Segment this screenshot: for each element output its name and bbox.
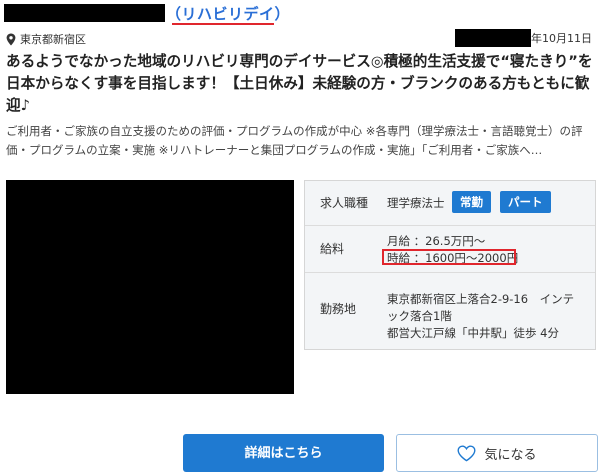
post-date-suffix: 年10月11日 [531, 32, 592, 45]
location-text: 東京都新宿区 [20, 33, 86, 46]
redacted-photo [6, 180, 294, 394]
tag-parttime: パート [500, 191, 551, 213]
salary-row: 給料 月給 ：26.5万円〜 時給 ：1600円〜2000円 [305, 225, 595, 273]
work-location-label: 勤務地 [320, 302, 357, 316]
job-headline[interactable]: あるようでなかった地域のリハビリ専門のデイサービス◎積極的生活支援で“寝たきり”… [6, 51, 594, 117]
detail-button[interactable]: 詳細はこちら [183, 434, 384, 472]
salary-monthly: 月給 ：26.5万円〜 [387, 234, 486, 248]
station-access: 都営大江戸線「中井駅」徒歩 4分 [387, 326, 559, 340]
job-description: ご利用者・ご家族の自立支援のための評価・プログラムの作成が中心 ※各専門（理学療… [6, 124, 583, 157]
heart-outline-icon [457, 444, 476, 461]
job-type-row: 求人職種 理学療法士 常勤 パート [305, 181, 595, 226]
address-line-1: 東京都新宿区上落合2-9-16 インテ [387, 292, 575, 306]
work-location-row: 勤務地 東京都新宿区上落合2-9-16 インテ ック落合1階 都営大江戸線「中井… [305, 272, 595, 350]
tag-fulltime: 常勤 [452, 191, 491, 213]
favorite-label: 気になる [484, 447, 537, 463]
map-pin-icon [6, 33, 16, 45]
location-row: 東京都新宿区 [6, 31, 86, 47]
redacted-date [455, 29, 531, 47]
redacted-facility-name [4, 4, 165, 22]
highlight-underline [172, 23, 274, 25]
job-info-table: 求人職種 理学療法士 常勤 パート 給料 月給 ：26.5万円〜 時給 ：160… [304, 180, 596, 350]
favorite-button[interactable]: 気になる [396, 434, 598, 472]
facility-name-suffix[interactable]: （リハビリデイ） [166, 4, 290, 24]
address-line-2: ック落合1階 [387, 309, 452, 323]
job-type-value: 理学療法士 [387, 196, 445, 210]
job-type-label: 求人職種 [320, 196, 369, 210]
salary-label: 給料 [320, 242, 345, 256]
salary-highlight-box [382, 249, 516, 265]
